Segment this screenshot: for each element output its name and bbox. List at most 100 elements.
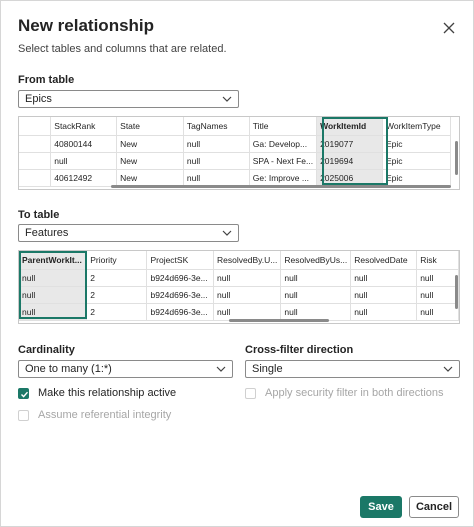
referential-integrity-label: Assume referential integrity	[38, 409, 172, 421]
table-cell[interactable]: null	[50, 152, 118, 170]
table-cell[interactable]: null	[416, 286, 459, 304]
column-header[interactable]: TagNames	[183, 117, 250, 136]
table-row: null 2 b924d696-3e... null null null nul…	[19, 303, 459, 321]
table-cell-selected[interactable]: null	[19, 286, 88, 304]
column-header[interactable]: Title	[249, 117, 318, 136]
table-cell[interactable]	[19, 135, 52, 153]
table-cell[interactable]: 40612492	[50, 169, 118, 187]
cross-filter-selected: Single	[252, 363, 283, 375]
dialog-subtitle: Select tables and columns that are relat…	[18, 43, 227, 55]
table-cell-selected[interactable]: 2025006	[316, 169, 383, 187]
table-cell[interactable]: Epic	[382, 169, 452, 187]
new-relationship-dialog: New relationship Select tables and colum…	[0, 0, 474, 527]
make-active-label: Make this relationship active	[38, 387, 177, 399]
table-cell[interactable]: null	[183, 152, 250, 170]
table-cell-selected[interactable]: 2019077	[316, 135, 383, 153]
column-header[interactable]: ResolvedDate	[350, 251, 418, 270]
table-cell[interactable]: null	[280, 269, 352, 287]
cardinality-dropdown[interactable]: One to many (1:*)	[18, 360, 233, 378]
cardinality-label: Cardinality	[18, 344, 75, 356]
horizontal-scrollbar[interactable]	[111, 185, 451, 188]
table-cell[interactable]	[19, 152, 52, 170]
table-cell[interactable]: null	[350, 269, 418, 287]
column-header[interactable]	[19, 117, 52, 136]
dialog-title: New relationship	[18, 16, 155, 35]
from-table-label: From table	[18, 74, 75, 86]
table-cell[interactable]: null	[280, 286, 352, 304]
from-table-dropdown[interactable]: Epics	[18, 90, 239, 108]
table-cell[interactable]: 2	[86, 269, 148, 287]
vertical-scrollbar[interactable]	[455, 141, 458, 175]
table-cell[interactable]: b924d696-3e...	[146, 286, 215, 304]
cardinality-selected: One to many (1:*)	[25, 363, 112, 375]
table-cell[interactable]: 2	[86, 303, 148, 321]
security-filter-label: Apply security filter in both directions	[265, 387, 444, 399]
table-cell[interactable]: Ge: Improve ...	[249, 169, 318, 187]
column-header[interactable]: Risk	[416, 251, 459, 270]
column-header-selected[interactable]: WorkItemId	[316, 117, 383, 136]
column-header[interactable]: StackRank	[50, 117, 118, 136]
table-row: 40800144 New null Ga: Develop... 2019077…	[19, 135, 452, 153]
close-button[interactable]	[441, 20, 457, 36]
table-cell[interactable]: New	[116, 169, 184, 187]
from-table-preview-grid[interactable]: StackRank State TagNames Title WorkItemI…	[18, 116, 460, 190]
table-cell[interactable]: 40800144	[50, 135, 118, 153]
table-cell[interactable]	[19, 169, 52, 187]
table-cell[interactable]: null	[350, 303, 418, 321]
from-table-header-row: StackRank State TagNames Title WorkItemI…	[19, 117, 452, 136]
cancel-button[interactable]: Cancel	[409, 496, 459, 518]
table-row: null 2 b924d696-3e... null null null nul…	[19, 286, 459, 304]
column-header[interactable]: State	[116, 117, 184, 136]
checkmark-icon	[21, 391, 29, 398]
table-row: 40612492 New null Ge: Improve ... 202500…	[19, 169, 452, 187]
column-header[interactable]: ProjectSK	[146, 251, 215, 270]
chevron-down-icon	[222, 96, 232, 102]
chevron-down-icon	[222, 230, 232, 236]
to-table-dropdown[interactable]: Features	[18, 224, 239, 242]
table-cell[interactable]: null	[183, 169, 250, 187]
cross-filter-label: Cross-filter direction	[245, 344, 354, 356]
chevron-down-icon	[216, 366, 226, 372]
table-cell[interactable]: Epic	[382, 152, 452, 170]
save-button[interactable]: Save	[360, 496, 402, 518]
table-cell[interactable]: Ga: Develop...	[249, 135, 318, 153]
to-table-selected: Features	[25, 227, 69, 239]
table-row: null 2 b924d696-3e... null null null nul…	[19, 269, 459, 287]
table-row: null New null SPA - Next Fe... 2019694 E…	[19, 152, 452, 170]
table-cell[interactable]: null	[416, 303, 459, 321]
table-cell[interactable]: 2	[86, 286, 148, 304]
chevron-down-icon	[443, 366, 453, 372]
table-cell[interactable]: null	[213, 269, 282, 287]
table-cell[interactable]: New	[116, 152, 184, 170]
table-cell-selected[interactable]: null	[19, 303, 88, 321]
table-cell[interactable]: null	[350, 286, 418, 304]
cross-filter-dropdown[interactable]: Single	[245, 360, 460, 378]
security-filter-checkbox	[245, 388, 256, 399]
referential-integrity-checkbox	[18, 410, 29, 421]
to-table-label: To table	[18, 209, 60, 221]
horizontal-scrollbar[interactable]	[229, 319, 329, 322]
table-cell[interactable]: b924d696-3e...	[146, 269, 215, 287]
from-table-selected: Epics	[25, 93, 52, 105]
close-icon	[443, 22, 455, 34]
table-cell[interactable]: b924d696-3e...	[146, 303, 215, 321]
column-header-selected[interactable]: ParentWorkIt...	[19, 251, 88, 270]
to-table-preview-grid[interactable]: ParentWorkIt... Priority ProjectSK Resol…	[18, 250, 460, 324]
column-header[interactable]: Priority	[86, 251, 148, 270]
table-cell-selected[interactable]: 2019694	[316, 152, 383, 170]
table-cell[interactable]: null	[213, 286, 282, 304]
vertical-scrollbar[interactable]	[455, 275, 458, 309]
column-header[interactable]: ResolvedByUs...	[280, 251, 352, 270]
table-cell[interactable]: null	[213, 303, 282, 321]
table-cell[interactable]: Epic	[382, 135, 452, 153]
table-cell[interactable]: null	[416, 269, 459, 287]
table-cell[interactable]: New	[116, 135, 184, 153]
column-header[interactable]: WorkItemType	[382, 117, 452, 136]
table-cell[interactable]: null	[280, 303, 352, 321]
table-cell-selected[interactable]: null	[19, 269, 88, 287]
make-active-checkbox[interactable]	[18, 388, 29, 399]
table-cell[interactable]: SPA - Next Fe...	[249, 152, 318, 170]
to-table-header-row: ParentWorkIt... Priority ProjectSK Resol…	[19, 251, 459, 270]
column-header[interactable]: ResolvedBy.U...	[213, 251, 282, 270]
table-cell[interactable]: null	[183, 135, 250, 153]
